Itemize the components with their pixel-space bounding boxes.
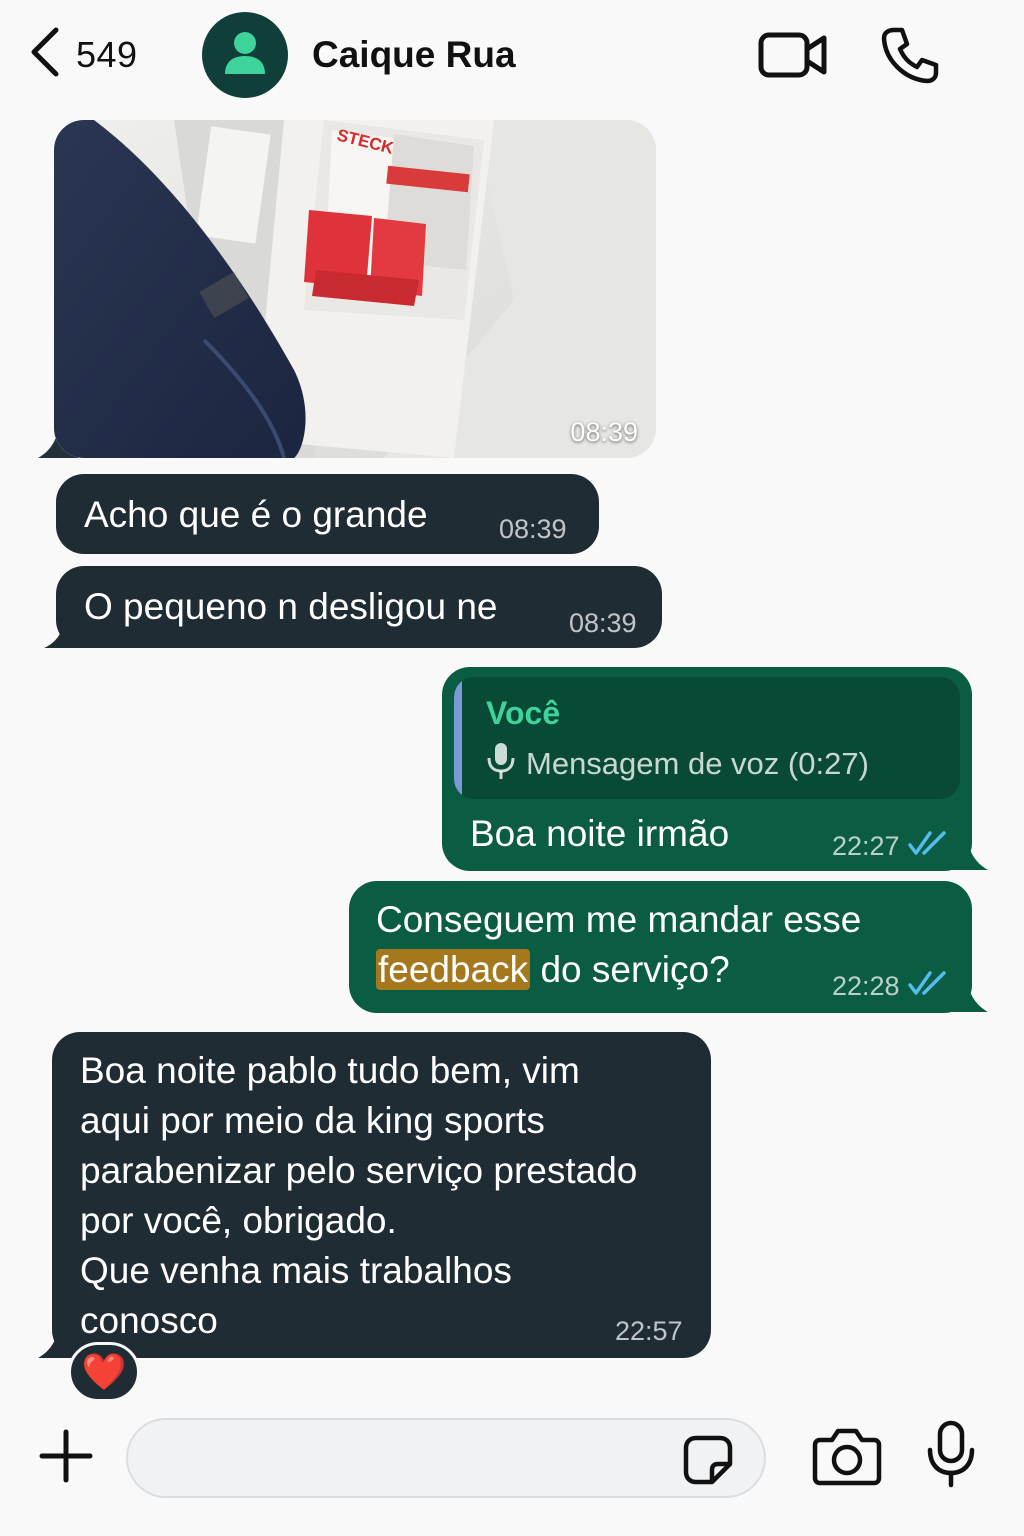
person-icon (223, 30, 267, 81)
outgoing-message[interactable]: Você Mensagem de voz (0:27) Boa noite ir… (442, 667, 972, 871)
incoming-message[interactable]: Boa noite pablo tudo bem, vim aqui por m… (52, 1032, 711, 1358)
message-meta: 22:27 (832, 831, 948, 862)
double-check-icon (907, 971, 948, 1002)
message-input-box[interactable] (126, 1418, 766, 1498)
camera-icon[interactable] (812, 1426, 882, 1491)
back-button[interactable]: 549 (28, 24, 138, 85)
incoming-message[interactable]: O pequeno n desligou ne 08:39 (56, 566, 662, 648)
message-time: 22:27 (832, 831, 900, 861)
message-text: Conseguem me mandar esse feedback do serv… (376, 895, 861, 995)
message-meta: 22:28 (832, 971, 948, 1002)
message-text: O pequeno n desligou ne (84, 586, 498, 627)
message-line: Conseguem me mandar esse (376, 899, 862, 940)
avatar[interactable] (202, 12, 288, 98)
phone-icon[interactable] (880, 26, 940, 89)
video-camera-icon[interactable] (758, 30, 828, 85)
breaker-photo: STECK (54, 120, 656, 458)
sticker-icon[interactable] (682, 1434, 734, 1491)
message-text: Boa noite pablo tudo bem, vim aqui por m… (80, 1050, 638, 1341)
quoted-message[interactable]: Você Mensagem de voz (0:27) (454, 677, 960, 799)
double-check-icon (907, 831, 948, 862)
image-message[interactable]: STECK 08:39 (54, 120, 656, 458)
message-line: do serviço? (530, 949, 730, 990)
message-time: 22:28 (832, 971, 900, 1001)
message-text: Acho que é o grande (84, 494, 428, 535)
contact-name[interactable]: Caique Rua (312, 34, 516, 76)
microphone-icon (486, 741, 516, 786)
message-input[interactable] (156, 1434, 676, 1484)
quote-body: Mensagem de voz (0:27) (486, 741, 869, 786)
heart-reaction: ❤️ (81, 1351, 127, 1392)
chat-screen: 549 Caique Rua STECK 08:39 Acho que é o … (0, 0, 1024, 1536)
chevron-left-icon (28, 24, 62, 85)
plus-icon[interactable] (38, 1428, 94, 1489)
outgoing-message[interactable]: Conseguem me mandar esse feedback do serv… (349, 881, 972, 1013)
highlighted-word: feedback (376, 949, 531, 990)
incoming-message[interactable]: Acho que é o grande 08:39 (56, 474, 599, 554)
quote-text: Mensagem de voz (0:27) (526, 745, 869, 781)
unread-count: 549 (76, 33, 138, 75)
mic-icon[interactable] (926, 1420, 976, 1493)
message-text: Boa noite irmão (470, 813, 730, 854)
reaction-badge[interactable]: ❤️ (68, 1342, 140, 1402)
message-time: 08:39 (499, 514, 567, 544)
quote-author: Você (486, 695, 561, 731)
message-time: 08:39 (569, 608, 637, 638)
quote-accent-bar (454, 677, 462, 799)
message-time: 08:39 (570, 417, 638, 447)
message-time: 22:57 (615, 1316, 683, 1346)
